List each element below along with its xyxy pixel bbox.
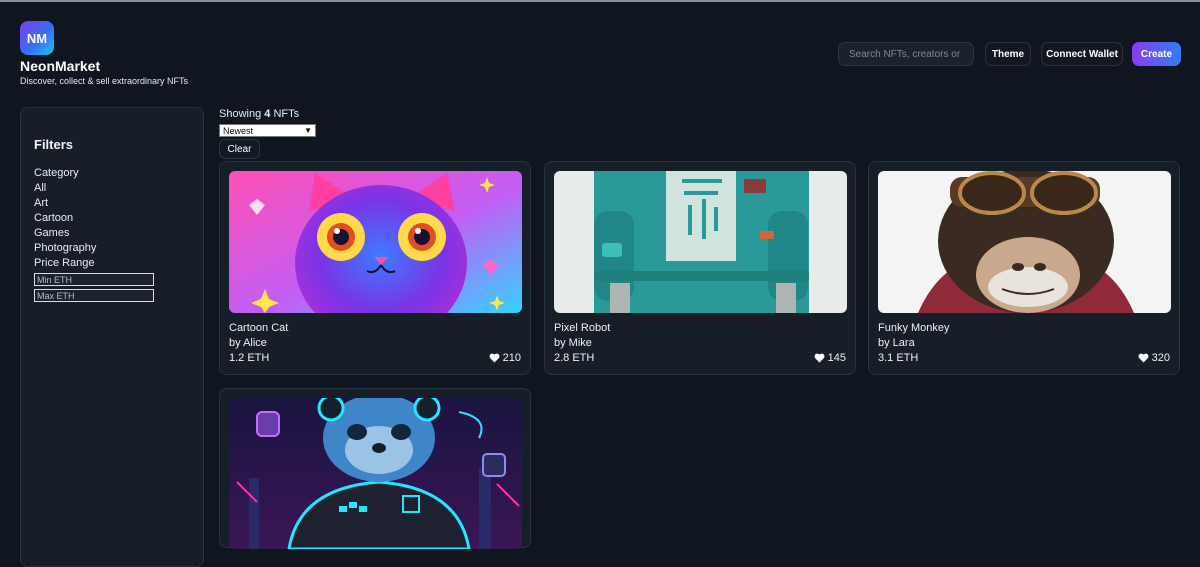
showing-suffix: NFTs [273,108,300,120]
nft-name[interactable]: Pixel Robot [554,322,610,334]
nft-likes[interactable]: 320 [1138,352,1170,364]
category-label: Category [34,167,79,179]
nft-image[interactable] [554,171,847,313]
logo-text: NM [26,30,48,46]
category-option-cartoon[interactable]: Cartoon [34,212,73,225]
sort-selected-value: Newest [223,125,254,136]
nft-card[interactable]: Pixel Robot by Mike 2.8 ETH 145 [544,161,856,375]
nft-image[interactable] [229,171,522,313]
nft-price: 2.8 ETH [554,352,595,364]
search-input[interactable] [838,42,974,66]
likes-count: 145 [827,352,846,364]
filters-title: Filters [34,137,74,152]
category-option-games[interactable]: Games [34,227,69,240]
brand-name: NeonMarket [20,58,101,74]
filters-sidebar: Filters Category All Art Cartoon Games P… [20,107,204,567]
clear-filters-button[interactable]: Clear [219,139,260,159]
category-option-photography[interactable]: Photography [34,242,96,255]
theme-button[interactable]: Theme [985,42,1031,66]
heart-icon [814,353,825,363]
showing-prefix: Showing [219,108,262,120]
nft-card[interactable]: Cartoon Cat by Alice 1.2 ETH 210 [219,161,531,375]
nft-card[interactable] [219,388,531,549]
nft-price: 1.2 ETH [229,352,270,364]
nft-image[interactable] [229,398,522,549]
results-count: Showing 4 NFTs [219,108,299,120]
nft-card[interactable]: Funky Monkey by Lara 3.1 ETH 320 [868,161,1180,375]
nft-creator[interactable]: by Alice [229,337,267,349]
heart-icon [1138,353,1149,363]
price-range-label: Price Range [34,257,95,269]
max-eth-input[interactable] [34,289,154,302]
nft-likes[interactable]: 145 [814,352,846,364]
heart-icon [489,353,500,363]
nft-likes[interactable]: 210 [489,352,521,364]
category-option-art[interactable]: Art [34,197,48,210]
likes-count: 210 [502,352,521,364]
brand-tagline: Discover, collect & sell extraordinary N… [20,76,189,86]
nft-name[interactable]: Funky Monkey [878,322,950,334]
chevron-down-icon: ▼ [304,126,312,135]
sort-select[interactable]: Newest ▼ [219,124,316,137]
nft-image[interactable] [878,171,1171,313]
min-eth-input[interactable] [34,273,154,286]
nft-name[interactable]: Cartoon Cat [229,322,288,334]
nft-creator[interactable]: by Mike [554,337,592,349]
nft-price: 3.1 ETH [878,352,919,364]
create-button[interactable]: Create [1132,42,1181,66]
showing-count: 4 [264,108,271,120]
top-border [0,0,1200,2]
connect-wallet-button[interactable]: Connect Wallet [1041,42,1123,66]
brand-logo[interactable]: NM [20,21,54,55]
likes-count: 320 [1151,352,1170,364]
nft-creator[interactable]: by Lara [878,337,915,349]
category-option-all[interactable]: All [34,182,46,195]
